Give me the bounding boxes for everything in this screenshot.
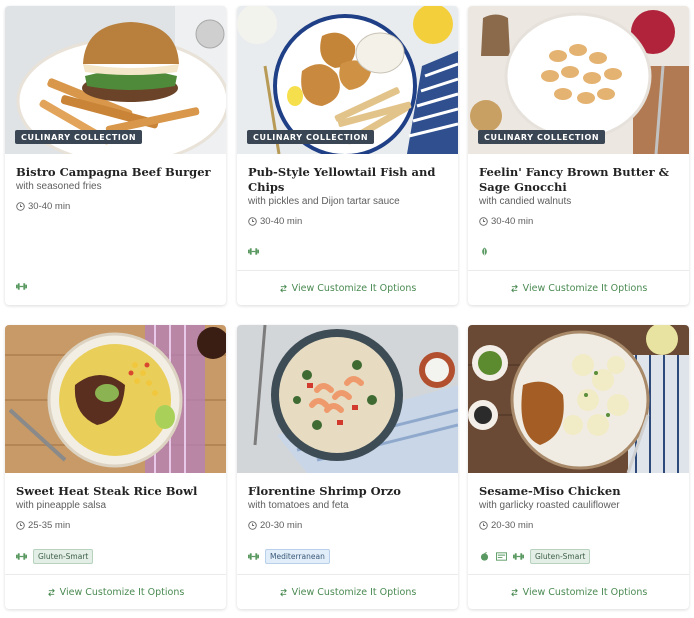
view-customize-options-label: View Customize It Options (291, 586, 417, 598)
shrimp-orzo-photo (237, 325, 458, 473)
recipe-tags (248, 247, 259, 256)
prep-time-label: 30-40 min (28, 201, 71, 212)
prep-time: 30-40 min (479, 216, 678, 227)
clock-icon (16, 202, 25, 211)
recipe-subtitle: with candied walnuts (479, 196, 572, 207)
recipe-subtitle: with garlicky roasted cauliflower (479, 500, 620, 511)
dumbbell-icon (248, 248, 259, 255)
recipe-title[interactable]: Feelin' Fancy Brown Butter & Sage Gnocch… (479, 165, 678, 195)
prep-time-label: 20-30 min (491, 520, 534, 531)
prep-time: 20-30 min (248, 520, 447, 531)
culinary-collection-badge: CULINARY COLLECTION (15, 130, 143, 144)
dumbbell-icon (16, 553, 27, 560)
prep-time-label: 25-35 min (28, 520, 71, 531)
recipe-image[interactable] (5, 325, 226, 473)
recipe-title[interactable]: Sesame-Miso Chicken (479, 484, 678, 499)
dumbbell-icon (16, 283, 27, 290)
recipe-tags (16, 282, 27, 291)
view-customize-options-label: View Customize It Options (59, 586, 185, 598)
prep-time-label: 30-40 min (491, 216, 534, 227)
clock-icon (16, 521, 25, 530)
recipe-card[interactable]: CULINARY COLLECTION Bistro Campagna Beef… (5, 6, 226, 305)
recipe-subtitle: with tomatoes and feta (248, 500, 349, 511)
view-customize-options-label: View Customize It Options (291, 282, 417, 294)
recipe-image[interactable] (468, 325, 689, 473)
recipe-subtitle: with pineapple salsa (16, 500, 107, 511)
swap-arrows-icon (510, 284, 518, 292)
swap-arrows-icon (47, 588, 55, 596)
view-customize-options-button[interactable]: View Customize It Options (468, 270, 689, 305)
dumbbell-icon (513, 553, 524, 560)
recipe-title[interactable]: Florentine Shrimp Orzo (248, 484, 447, 499)
recipe-image[interactable] (237, 325, 458, 473)
recipe-card[interactable]: CULINARY COLLECTION Feelin' Fancy Brown … (468, 6, 689, 305)
prep-time: 25-35 min (16, 520, 215, 531)
view-customize-options-label: View Customize It Options (522, 282, 648, 294)
swap-arrows-icon (279, 284, 287, 292)
view-customize-options-button[interactable]: View Customize It Options (5, 574, 226, 609)
recipe-title[interactable]: Pub-Style Yellowtail Fish and Chips (248, 165, 447, 195)
clock-icon (479, 217, 488, 226)
steak-rice-bowl-photo (5, 325, 226, 473)
calorie-icon (496, 552, 507, 561)
recipe-subtitle: with pickles and Dijon tartar sauce (248, 196, 400, 207)
prep-time: 20-30 min (479, 520, 678, 531)
dumbbell-icon (248, 553, 259, 560)
clock-icon (479, 521, 488, 530)
recipe-image[interactable]: CULINARY COLLECTION (468, 6, 689, 154)
prep-time-label: 30-40 min (260, 216, 303, 227)
recipe-tags: Gluten-Smart (16, 549, 94, 564)
recipe-image[interactable]: CULINARY COLLECTION (5, 6, 226, 154)
recipe-title[interactable]: Bistro Campagna Beef Burger (16, 165, 215, 180)
tag-gluten-smart: Gluten-Smart (33, 549, 94, 564)
tag-mediterranean: Mediterranean (265, 549, 330, 564)
recipe-card[interactable]: Sweet Heat Steak Rice Bowl with pineappl… (5, 325, 226, 609)
culinary-collection-badge: CULINARY COLLECTION (247, 130, 375, 144)
recipe-tags: Mediterranean (248, 549, 330, 564)
recipe-image[interactable]: CULINARY COLLECTION (237, 6, 458, 154)
swap-arrows-icon (279, 588, 287, 596)
prep-time: 30-40 min (16, 201, 215, 212)
clock-icon (248, 217, 257, 226)
apple-icon (480, 552, 489, 561)
recipe-tags (479, 247, 490, 256)
view-customize-options-label: View Customize It Options (522, 586, 648, 598)
leaf-icon (482, 247, 487, 256)
tag-gluten-smart: Gluten-Smart (530, 549, 591, 564)
view-customize-options-button[interactable]: View Customize It Options (237, 270, 458, 305)
prep-time-label: 20-30 min (260, 520, 303, 531)
recipe-title[interactable]: Sweet Heat Steak Rice Bowl (16, 484, 215, 499)
view-customize-options-button[interactable]: View Customize It Options (237, 574, 458, 609)
recipe-subtitle: with seasoned fries (16, 181, 102, 192)
clock-icon (248, 521, 257, 530)
recipe-tags: Gluten-Smart (479, 549, 591, 564)
swap-arrows-icon (510, 588, 518, 596)
recipe-card[interactable]: CULINARY COLLECTION Pub-Style Yellowtail… (237, 6, 458, 305)
recipe-card[interactable]: Florentine Shrimp Orzo with tomatoes and… (237, 325, 458, 609)
culinary-collection-badge: CULINARY COLLECTION (478, 130, 606, 144)
view-customize-options-button[interactable]: View Customize It Options (468, 574, 689, 609)
sesame-miso-chicken-photo (468, 325, 689, 473)
recipe-card[interactable]: Sesame-Miso Chicken with garlicky roaste… (468, 325, 689, 609)
prep-time: 30-40 min (248, 216, 447, 227)
